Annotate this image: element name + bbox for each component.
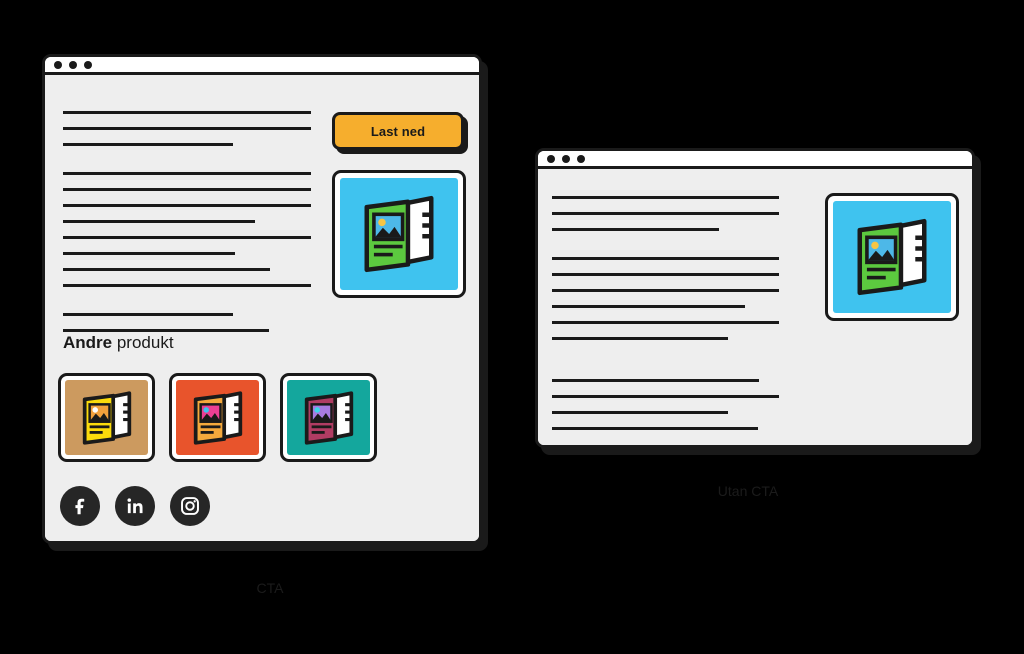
window-dot-maximize[interactable] xyxy=(577,154,585,163)
window-titlebar xyxy=(45,57,479,75)
text-placeholder-line xyxy=(552,379,759,382)
brochure-icon xyxy=(304,390,353,445)
instagram-link[interactable] xyxy=(170,486,210,526)
text-placeholder-line xyxy=(552,273,779,276)
text-placeholder-line xyxy=(63,127,311,130)
instagram-icon xyxy=(181,497,199,515)
window-dot-minimize[interactable] xyxy=(562,154,570,163)
product-thumb-2[interactable] xyxy=(169,373,266,462)
text-placeholder-line xyxy=(63,236,311,239)
window-dot-close[interactable] xyxy=(547,154,555,163)
text-placeholder-line xyxy=(552,321,779,324)
window-dot-close[interactable] xyxy=(54,60,62,69)
hero-image-card-no-cta[interactable] xyxy=(825,193,959,321)
hero-image-bg xyxy=(340,178,458,290)
text-placeholder-line xyxy=(552,257,779,260)
section-heading-andre-produkt: Andre produkt xyxy=(63,333,174,353)
window-dot-minimize[interactable] xyxy=(69,60,77,69)
last-ned-button[interactable]: Last ned xyxy=(332,112,464,150)
social-links-row xyxy=(60,486,210,526)
text-placeholder-line xyxy=(63,284,311,287)
text-placeholder-line xyxy=(63,204,311,207)
caption-no-cta: Utan CTA xyxy=(717,483,779,499)
text-placeholder-line xyxy=(552,337,728,340)
canvas: Last ned Andre produkt CTA Utan CTA xyxy=(0,0,1024,654)
text-placeholder-line xyxy=(552,395,779,398)
brochure-icon xyxy=(193,390,242,445)
browser-window-cta: Last ned Andre produkt xyxy=(42,54,482,544)
text-placeholder-line xyxy=(63,188,311,191)
facebook-link[interactable] xyxy=(60,486,100,526)
product-thumb-3[interactable] xyxy=(280,373,377,462)
heading-normal-part: produkt xyxy=(112,333,174,352)
facebook-icon xyxy=(75,498,85,515)
text-lines-cta xyxy=(63,111,311,332)
linkedin-icon xyxy=(127,498,143,514)
text-placeholder-line xyxy=(552,289,779,292)
browser-window-no-cta xyxy=(535,148,975,448)
text-placeholder-line xyxy=(63,252,235,255)
window-dot-maximize[interactable] xyxy=(84,60,92,69)
product-thumb-1[interactable] xyxy=(58,373,155,462)
text-placeholder-line xyxy=(552,411,728,414)
text-lines-no-cta xyxy=(552,196,779,430)
caption-cta: CTA xyxy=(256,580,284,596)
linkedin-link[interactable] xyxy=(115,486,155,526)
window-titlebar xyxy=(538,151,972,169)
brochure-icon xyxy=(82,390,131,445)
text-placeholder-line xyxy=(63,111,311,114)
text-placeholder-line xyxy=(552,196,779,199)
page-content-cta: Last ned Andre produkt xyxy=(45,75,479,541)
text-placeholder-line xyxy=(552,212,779,215)
text-placeholder-line xyxy=(63,220,255,223)
text-placeholder-line xyxy=(552,228,719,231)
brochure-icon xyxy=(857,218,927,296)
text-placeholder-line xyxy=(63,172,311,175)
text-placeholder-line xyxy=(63,313,233,316)
heading-bold-part: Andre xyxy=(63,333,113,352)
text-placeholder-line xyxy=(63,143,233,146)
hero-image-bg xyxy=(833,201,951,313)
text-placeholder-line xyxy=(63,329,269,332)
text-placeholder-line xyxy=(552,427,758,430)
page-content-no-cta xyxy=(538,169,972,445)
hero-image-card-cta[interactable] xyxy=(332,170,466,298)
text-placeholder-line xyxy=(63,268,270,271)
product-thumbnail-row xyxy=(58,373,377,462)
brochure-icon xyxy=(364,195,434,273)
text-placeholder-line xyxy=(552,305,745,308)
